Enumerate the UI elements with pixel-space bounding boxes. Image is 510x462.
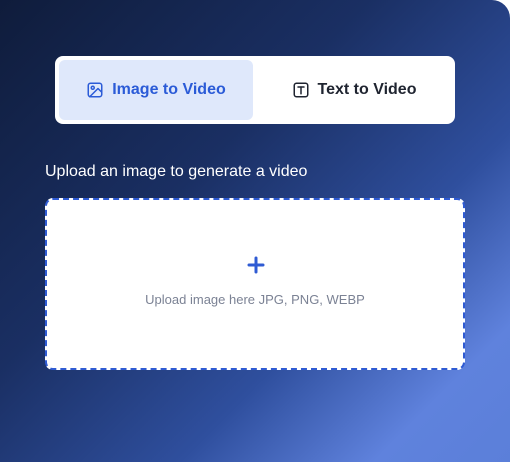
upload-hint: Upload image here JPG, PNG, WEBP	[145, 292, 365, 307]
tab-text-to-video-label: Text to Video	[317, 81, 417, 98]
tab-image-to-video[interactable]: Image to Video	[59, 60, 253, 120]
text-box-icon	[292, 81, 310, 99]
image-dropzone[interactable]: Upload image here JPG, PNG, WEBP	[45, 198, 465, 370]
upload-prompt: Upload an image to generate a video	[45, 163, 308, 180]
tab-text-to-video[interactable]: Text to Video	[257, 60, 451, 120]
upload-panel: Image to Video Text to Video Upload an i…	[0, 0, 510, 462]
tab-image-to-video-label: Image to Video	[112, 81, 226, 98]
plus-icon	[247, 256, 265, 274]
mode-tabs: Image to Video Text to Video	[55, 56, 455, 124]
image-icon	[86, 81, 104, 99]
